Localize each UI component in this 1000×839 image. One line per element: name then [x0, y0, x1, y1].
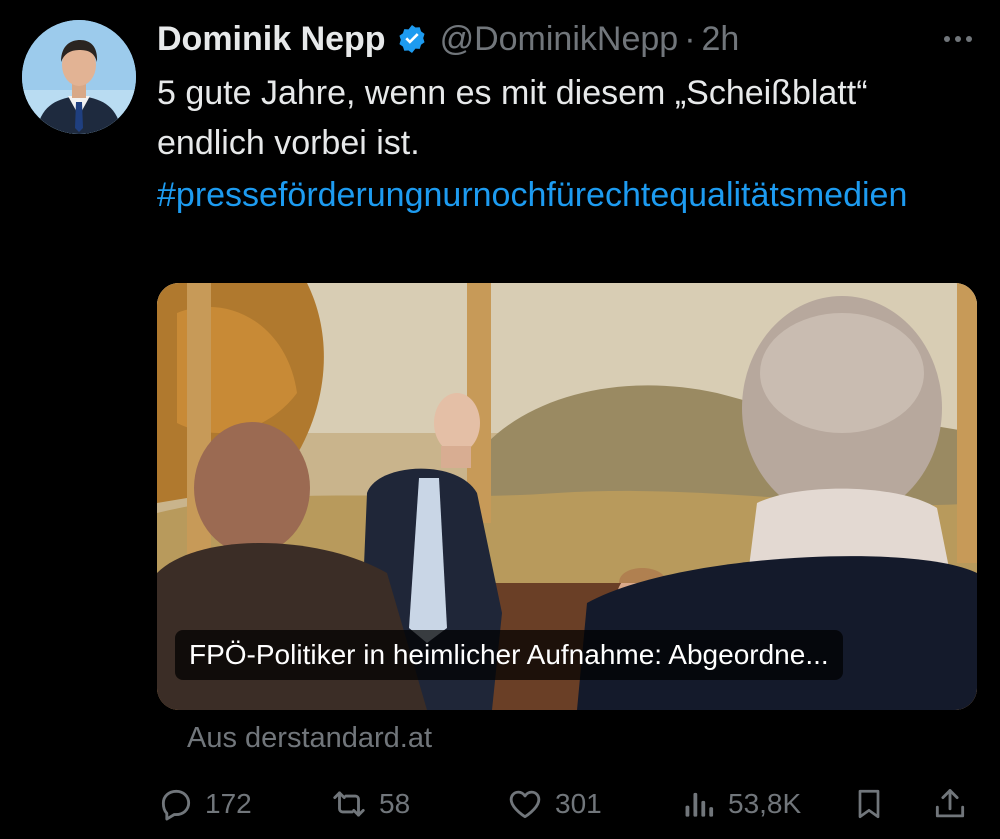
link-source[interactable]: Aus derstandard.at	[187, 722, 432, 755]
tweet-text: 5 gute Jahre, wenn es mit diesem „Scheiß…	[157, 68, 987, 220]
tweet-text-line-1: 5 gute Jahre, wenn es mit diesem „Scheiß…	[157, 74, 868, 112]
retweet-count: 58	[379, 788, 411, 819]
like-count: 301	[555, 788, 602, 819]
author-avatar[interactable]	[22, 20, 136, 134]
like-button[interactable]: 301	[505, 778, 602, 830]
share-button[interactable]	[931, 778, 979, 830]
tweet-timestamp[interactable]: 2h	[702, 20, 740, 59]
header-separator: ·	[684, 19, 696, 58]
retweet-button[interactable]: 58	[329, 778, 410, 830]
heart-icon	[509, 790, 541, 819]
verified-badge-icon	[396, 23, 428, 55]
bookmark-button[interactable]	[851, 778, 897, 830]
hashtag-link[interactable]: #presseförderungnurnochfürechtequalitäts…	[157, 170, 987, 220]
author-name[interactable]: Dominik Nepp	[157, 20, 386, 59]
more-dots-icon[interactable]	[944, 14, 972, 64]
tweet-actions-bar: 172 58 301 53,8K	[157, 778, 976, 830]
views-count: 53,8K	[728, 788, 802, 819]
views-button[interactable]: 53,8K	[680, 778, 801, 830]
link-card-caption[interactable]: FPÖ-Politiker in heimlicher Aufnahme: Ab…	[175, 630, 843, 680]
views-icon	[685, 792, 714, 817]
retweet-icon	[333, 791, 365, 817]
link-preview-card[interactable]: FPÖ-Politiker in heimlicher Aufnahme: Ab…	[157, 283, 977, 710]
reply-button[interactable]: 172	[157, 778, 252, 830]
share-icon	[935, 789, 965, 818]
reply-count: 172	[205, 788, 252, 819]
reply-icon	[161, 789, 191, 821]
author-handle[interactable]: @DominikNepp	[440, 20, 679, 59]
bookmark-icon	[858, 789, 880, 819]
tweet-text-line-2: endlich vorbei ist.	[157, 124, 420, 162]
tweet-header: Dominik Nepp @DominikNepp · 2h	[157, 14, 976, 64]
